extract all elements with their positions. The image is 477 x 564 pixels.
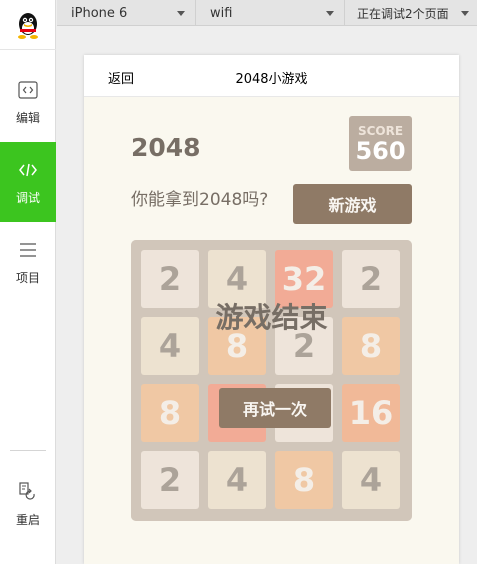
score-box: SCORE 560 xyxy=(349,116,412,171)
sidebar-item-project[interactable]: 项目 xyxy=(0,222,56,302)
score-value: 560 xyxy=(355,137,406,165)
sidebar-item-label: 项目 xyxy=(15,270,40,285)
pages-select[interactable]: 正在调试2个页面 xyxy=(345,0,477,26)
sidebar-item-label: 重启 xyxy=(15,512,40,527)
score-label: SCORE xyxy=(357,124,404,138)
code-icon xyxy=(17,159,39,181)
phone-simulator: 返回 2048小游戏 2048 SCORE 560 你能拿到2048吗? 新游戏… xyxy=(84,55,459,564)
pages-select-value: 正在调试2个页面 xyxy=(357,6,449,21)
chevron-down-icon xyxy=(326,10,334,16)
chevron-down-icon xyxy=(461,10,469,16)
code-icon xyxy=(17,79,39,101)
toolbar: iPhone 6 wifi 正在调试2个页面 xyxy=(57,0,477,26)
sidebar-item-debug[interactable]: 调试 xyxy=(0,142,56,222)
network-select-value: wifi xyxy=(210,5,233,21)
sidebar: 编辑 调试 项目 重启 xyxy=(0,0,56,564)
sidebar-item-edit[interactable]: 编辑 xyxy=(0,62,56,142)
network-select[interactable]: wifi xyxy=(196,0,345,26)
new-game-button[interactable]: 新游戏 xyxy=(293,184,412,224)
game-over-text: 游戏结束 xyxy=(215,301,328,334)
sidebar-divider xyxy=(10,450,46,451)
game-board: 2 4 32 2 4 8 2 8 8 16 2 4 8 4 游戏结束 再试一次 xyxy=(131,240,412,521)
sidebar-item-label: 调试 xyxy=(15,190,40,205)
sidebar-item-label: 编辑 xyxy=(15,110,40,125)
page-title: 2048小游戏 xyxy=(235,72,308,87)
phone-navbar: 返回 2048小游戏 xyxy=(84,55,459,97)
chevron-down-icon xyxy=(177,10,185,16)
game-over-overlay: 游戏结束 再试一次 xyxy=(131,240,412,521)
menu-icon xyxy=(17,239,39,261)
restart-icon xyxy=(17,481,39,503)
game-title: 2048 xyxy=(131,133,201,162)
sidebar-item-restart[interactable]: 重启 xyxy=(0,464,56,544)
game-tagline: 你能拿到2048吗? xyxy=(131,190,269,210)
retry-button[interactable]: 再试一次 xyxy=(219,388,331,428)
qq-logo xyxy=(0,0,56,50)
device-select-value: iPhone 6 xyxy=(71,5,128,21)
device-select[interactable]: iPhone 6 xyxy=(57,0,196,26)
